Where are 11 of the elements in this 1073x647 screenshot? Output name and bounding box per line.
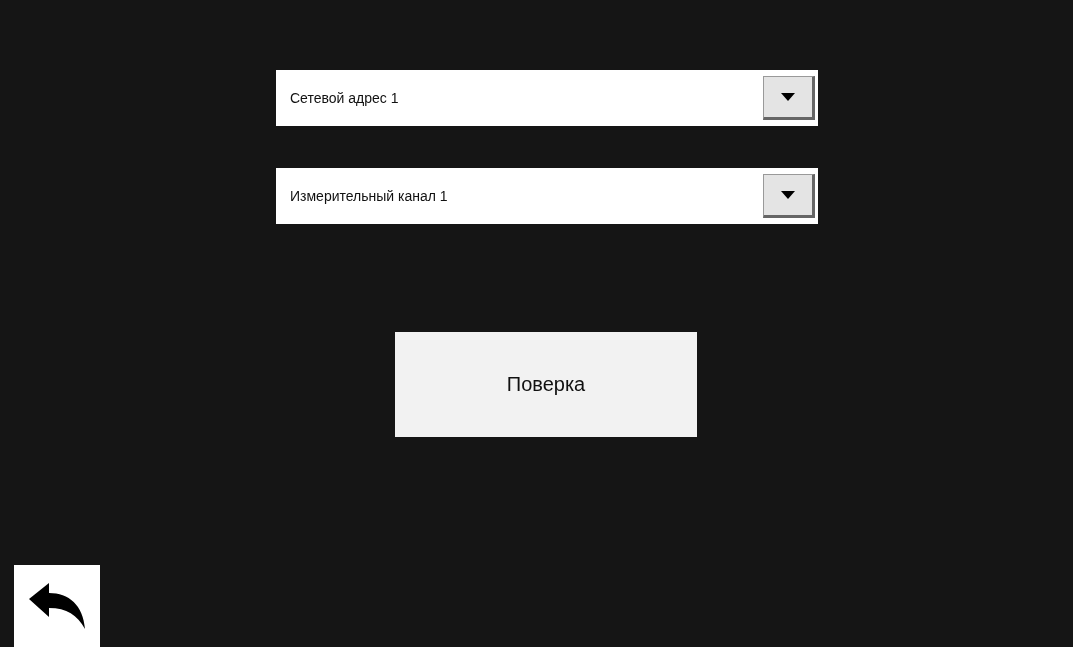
back-button[interactable] [14, 565, 100, 647]
dropdown[interactable]: Измерительный канал 1 [276, 168, 818, 224]
dropdown-value: Сетевой адрес 1 [290, 90, 399, 106]
back-arrow-icon [27, 581, 87, 631]
dropdown[interactable]: Сетевой адрес 1 [276, 70, 818, 126]
dropdown-value: Измерительный канал 1 [290, 188, 448, 204]
dropdown-arrow-button[interactable] [763, 76, 815, 120]
caret-icon [781, 191, 795, 199]
dropdown-arrow-button[interactable] [763, 174, 815, 218]
caret-icon [781, 93, 795, 101]
verify-button[interactable]: Поверка [395, 332, 697, 437]
